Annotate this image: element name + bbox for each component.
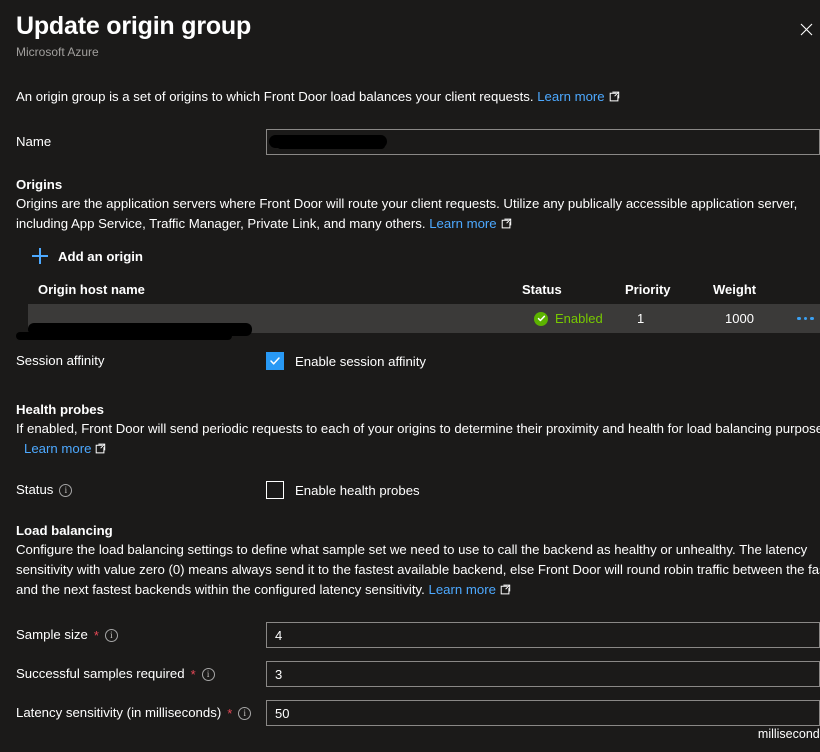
external-link-icon [95, 443, 106, 454]
successful-samples-label-wrap: Successful samples required * i [16, 665, 266, 683]
origins-section: Origins Origins are the application serv… [16, 175, 820, 340]
sample-size-label: Sample size [16, 627, 88, 642]
latency-sensitivity-label: Latency sensitivity (in milliseconds) [16, 705, 222, 720]
load-balancing-desc-line3: and the next fastest backends within the… [16, 582, 425, 597]
successful-samples-input[interactable] [266, 661, 820, 687]
latency-sensitivity-input-wrap [266, 700, 820, 726]
health-probes-section: Health probes If enabled, Front Door wil… [16, 400, 820, 459]
origins-learn-more-link[interactable]: Learn more [429, 216, 496, 231]
load-balancing-desc-line3-wrap: and the next fastest backends within the… [16, 580, 804, 600]
health-probes-learn-more-link[interactable]: Learn more [24, 441, 91, 456]
name-input-wrap [266, 129, 820, 155]
health-probe-status-row: Status i Enable health probes [16, 481, 804, 499]
close-button[interactable] [790, 13, 820, 45]
add-an-origin-label: Add an origin [58, 248, 143, 264]
check-circle-icon [534, 311, 548, 326]
add-an-origin-button[interactable]: Add an origin [32, 248, 143, 264]
load-balancing-section: Load balancing Configure the load balanc… [16, 521, 820, 600]
required-asterisk: * [93, 627, 99, 643]
session-affinity-label-wrap: Session affinity [16, 352, 266, 370]
cell-actions [797, 316, 820, 321]
info-icon[interactable]: i [104, 628, 118, 642]
name-label-wrap: Name [16, 133, 266, 151]
latency-unit-suffix: milliseconds [757, 727, 820, 741]
sample-size-input[interactable] [266, 622, 820, 648]
cell-weight: 1000 [725, 311, 754, 326]
health-probe-status-label: Status [16, 482, 54, 497]
origins-desc-line1: Origins are the application servers wher… [16, 196, 798, 211]
origins-title: Origins [16, 177, 63, 192]
health-probes-checkbox-label: Enable health probes [295, 482, 420, 498]
table-row[interactable]: Enabled 1 1000 [16, 304, 820, 340]
session-affinity-row: Session affinity Enable session affinity [16, 352, 804, 370]
name-row: Name [16, 129, 820, 155]
name-redaction-mark [269, 135, 387, 149]
session-affinity-label: Session affinity [16, 353, 105, 368]
intro-text: An origin group is a set of origins to w… [16, 87, 804, 107]
info-icon[interactable]: i [59, 483, 73, 497]
plus-icon [32, 248, 48, 264]
status-label: Enabled [555, 311, 603, 326]
successful-samples-input-wrap [266, 661, 820, 687]
close-icon [800, 23, 812, 35]
successful-samples-row: Successful samples required * i [16, 661, 820, 687]
name-label: Name [16, 134, 52, 149]
sample-size-label-wrap: Sample size * i [16, 626, 266, 644]
sample-size-row: Sample size * i [16, 622, 820, 648]
info-icon[interactable]: i [201, 667, 215, 681]
load-balancing-learn-more-link[interactable]: Learn more [428, 582, 495, 597]
status-badge: Enabled [534, 311, 637, 326]
sample-size-input-wrap [266, 622, 820, 648]
latency-sensitivity-label-wrap: Latency sensitivity (in milliseconds) * … [16, 704, 266, 722]
health-probes-title: Health probes [16, 402, 104, 417]
session-affinity-checkbox[interactable] [266, 352, 284, 370]
health-probes-desc: If enabled, Front Door will send periodi… [16, 421, 820, 436]
panel-header: Update origin group Microsoft Azure [0, 0, 820, 61]
health-probes-link-wrap: Learn more [16, 439, 804, 459]
health-probe-status-label-wrap: Status i [16, 481, 266, 499]
session-affinity-checkbox-label: Enable session affinity [295, 353, 426, 369]
page-subtitle: Microsoft Azure [16, 45, 99, 59]
latency-sensitivity-row: Latency sensitivity (in milliseconds) * … [16, 700, 820, 726]
cell-priority: 1 [637, 311, 645, 326]
intro-label: An origin group is a set of origins to w… [16, 89, 534, 104]
successful-samples-label: Successful samples required [16, 666, 185, 681]
external-link-icon [501, 218, 512, 229]
cell-status: Enabled [534, 311, 637, 326]
external-link-icon [609, 91, 620, 102]
column-header-host: Origin host name [38, 282, 145, 297]
panel-body: An origin group is a set of origins to w… [0, 87, 820, 726]
session-affinity-checkbox-group[interactable]: Enable session affinity [266, 352, 426, 370]
info-icon[interactable]: i [238, 706, 252, 720]
column-header-priority: Priority [625, 282, 671, 297]
load-balancing-desc-line2: sensitivity with value zero (0) means al… [16, 562, 820, 577]
external-link-icon [500, 584, 511, 595]
load-balancing-desc-line1: Configure the load balancing settings to… [16, 542, 808, 557]
origins-table-header: Origin host name Status Priority Weight [16, 282, 804, 304]
health-probes-checkbox-group[interactable]: Enable health probes [266, 481, 420, 499]
host-redaction-mark [16, 322, 252, 340]
origins-desc-line2: including App Service, Traffic Manager, … [16, 216, 426, 231]
intro-learn-more-link[interactable]: Learn more [537, 89, 604, 104]
origins-desc-line2-wrap: including App Service, Traffic Manager, … [16, 214, 804, 234]
required-asterisk: * [227, 705, 233, 721]
update-origin-group-panel: Update origin group Microsoft Azure An o… [0, 0, 820, 752]
health-probes-checkbox[interactable] [266, 481, 284, 499]
latency-sensitivity-input[interactable] [266, 700, 820, 726]
page-title: Update origin group [16, 12, 252, 40]
origins-table: Origin host name Status Priority Weight [16, 282, 820, 340]
load-balancing-title: Load balancing [16, 523, 113, 538]
column-header-status: Status [522, 282, 562, 297]
required-asterisk: * [190, 666, 196, 682]
column-header-weight: Weight [713, 282, 757, 297]
ellipsis-icon[interactable] [797, 316, 820, 321]
